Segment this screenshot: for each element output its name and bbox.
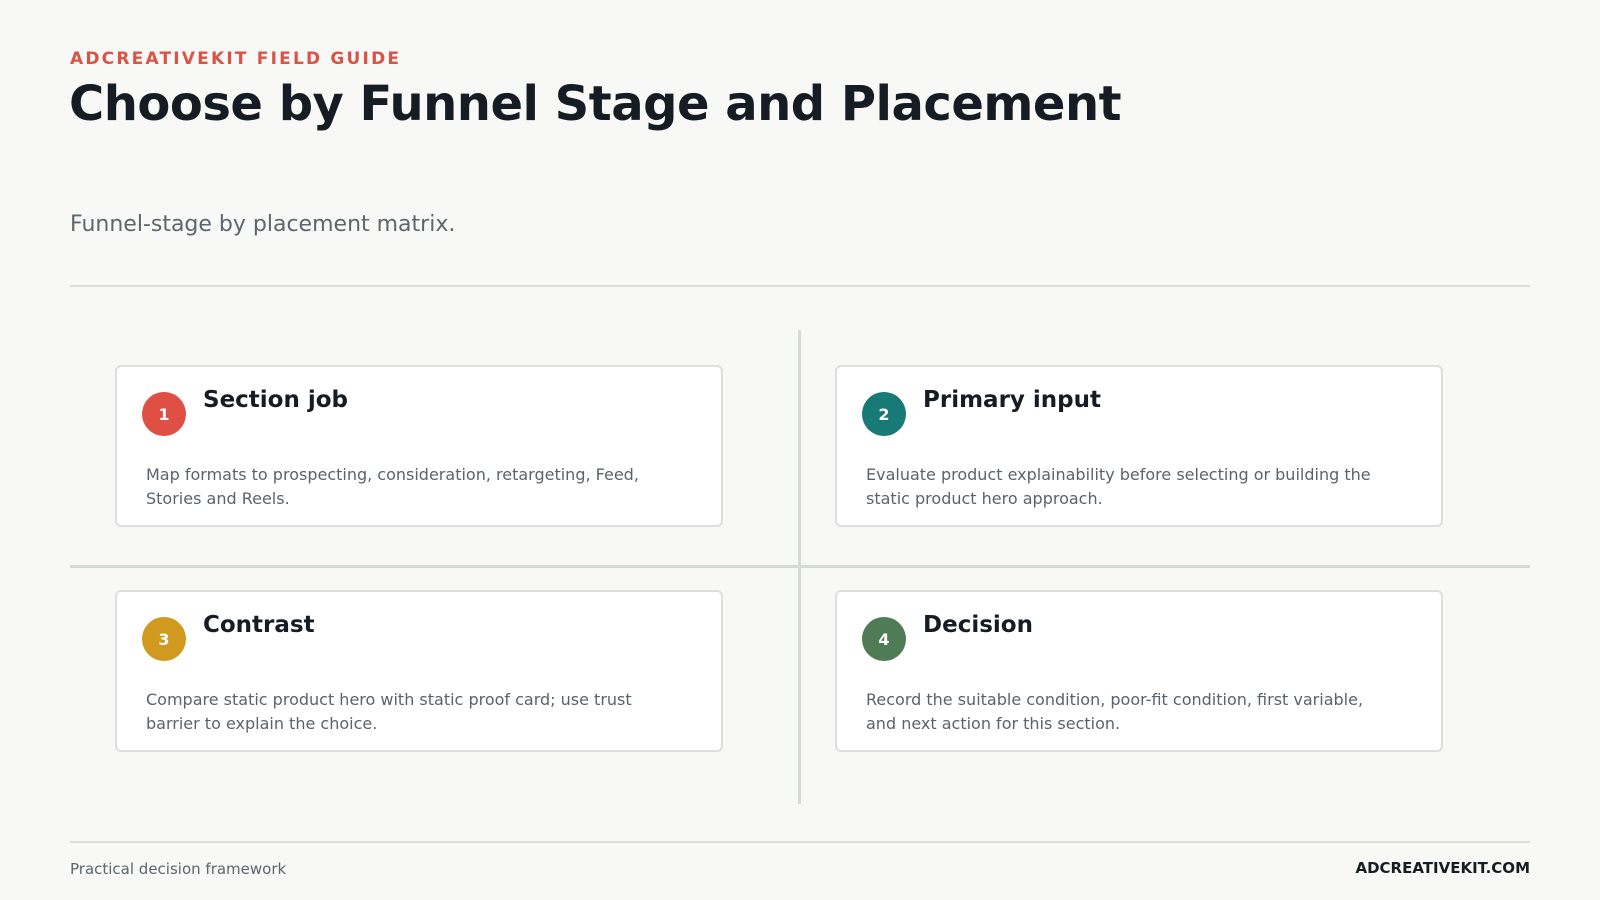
step-badge: 1 — [142, 392, 186, 436]
card-section-job: 1 Section job Map formats to prospecting… — [115, 365, 723, 527]
card-contrast: 3 Contrast Compare static product hero w… — [115, 590, 723, 752]
card-decision: 4 Decision Record the suitable condition… — [835, 590, 1443, 752]
matrix-vertical-axis — [798, 330, 801, 804]
step-badge: 4 — [862, 617, 906, 661]
card-body: Compare static product hero with static … — [146, 690, 632, 733]
eyebrow-label: ADCREATIVEKIT FIELD GUIDE — [70, 49, 402, 69]
top-divider — [70, 285, 1530, 287]
step-badge: 2 — [862, 392, 906, 436]
card-title: Contrast — [203, 612, 315, 638]
card-title: Primary input — [923, 387, 1102, 413]
card-body: Evaluate product explainability before s… — [866, 465, 1371, 508]
card-title: Section job — [203, 387, 349, 413]
page-title: Choose by Funnel Stage and Placement — [69, 76, 1122, 132]
page-subtitle: Funnel-stage by placement matrix. — [70, 212, 456, 237]
footer-tagline: Practical decision framework — [70, 860, 287, 878]
card-title: Decision — [923, 612, 1033, 638]
card-body: Map formats to prospecting, consideratio… — [146, 465, 639, 508]
footer-brand-link[interactable]: ADCREATIVEKIT.COM — [1355, 859, 1530, 877]
card-primary-input: 2 Primary input Evaluate product explain… — [835, 365, 1443, 527]
bottom-divider — [70, 841, 1530, 843]
card-body: Record the suitable condition, poor-fit … — [866, 690, 1364, 733]
step-badge: 3 — [142, 617, 186, 661]
